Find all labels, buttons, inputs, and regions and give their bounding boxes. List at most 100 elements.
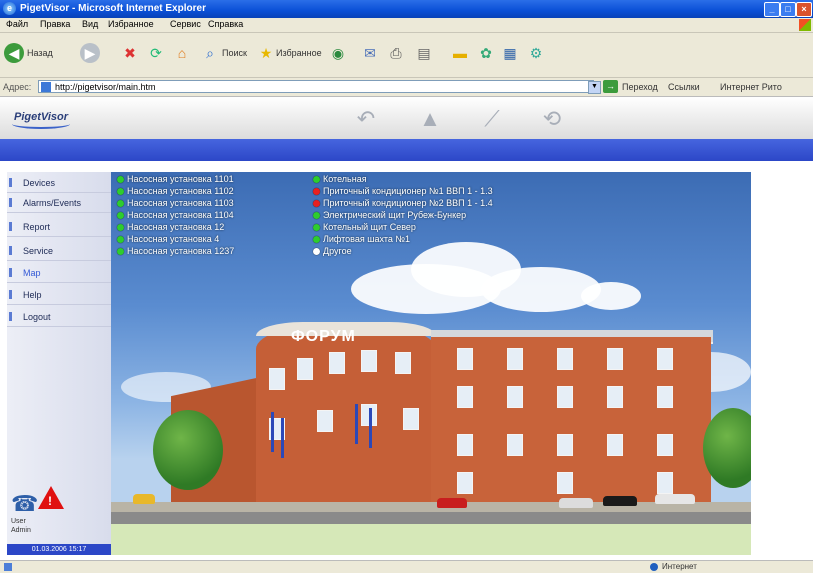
car (559, 498, 593, 508)
search-icon[interactable]: ⌕ (200, 43, 220, 63)
status-label: Котельный щит Север (323, 222, 416, 232)
chart-icon[interactable]: ⟋ (478, 105, 506, 133)
go-button[interactable]: Переход (622, 82, 658, 92)
page-icon (4, 563, 12, 571)
header-subbar (0, 161, 813, 172)
favorites-icon[interactable]: ★ (256, 43, 276, 63)
app-header: PigetVisor ↶ ▲ ⟋ ⟲ (0, 97, 813, 139)
menu-edit[interactable]: Правка (40, 19, 70, 29)
status-label: Насосная установка 1237 (127, 246, 235, 256)
address-dropdown-icon[interactable]: ▼ (588, 81, 601, 94)
tower-icon[interactable]: ▲ (416, 105, 444, 133)
sidebar-item-label: Service (23, 246, 54, 256)
menu-tools[interactable]: Сервис (170, 19, 201, 29)
mail-icon[interactable]: ✉ (360, 43, 380, 63)
window (657, 348, 673, 370)
menu-help[interactable]: Справка (208, 19, 243, 29)
refresh-icon[interactable]: ⟳ (146, 43, 166, 63)
menu-file[interactable]: Файл (6, 19, 28, 29)
internet-zone-label: Интернет (662, 562, 697, 571)
sidebar-item-map[interactable]: Map (7, 264, 111, 283)
status-label: Приточный кондиционер №2 ВВП 1 - 1.4 (323, 198, 493, 208)
bullet-icon (9, 222, 12, 231)
flag (369, 408, 372, 448)
window (403, 408, 419, 430)
sidebar-item-label: Alarms/Events (23, 198, 82, 208)
sidebar-item-label: Map (23, 268, 41, 278)
status-label: Насосная установка 4 (127, 234, 220, 244)
stop-icon[interactable]: ✖ (120, 43, 140, 63)
window (361, 350, 377, 372)
search-label[interactable]: Поиск (222, 48, 247, 58)
bullet-icon (9, 178, 12, 187)
status-ok-icon (117, 176, 124, 183)
sidebar-item-logout[interactable]: Logout (7, 308, 111, 327)
window (269, 368, 285, 390)
edit-icon[interactable]: ▤ (414, 43, 434, 63)
status-label: Насосная установка 1101 (127, 174, 234, 184)
user-label: User (11, 518, 26, 525)
window (607, 434, 623, 456)
internet-zone-icon (650, 563, 658, 571)
go-arrow-icon[interactable]: → (603, 80, 618, 93)
folder-icon[interactable]: ▬ (450, 43, 470, 63)
tools-icon[interactable]: ⚙ (526, 43, 546, 63)
forward-icon[interactable]: ▶ (80, 43, 100, 63)
address-input[interactable]: http://pigetvisor/main.htm (38, 80, 594, 93)
sidebar-item-service[interactable]: Service (7, 242, 111, 261)
home-icon[interactable]: ⌂ (172, 43, 192, 63)
status-ok-icon (117, 236, 124, 243)
favorites-label[interactable]: Избранное (276, 48, 322, 58)
research-icon[interactable]: ▦ (500, 43, 520, 63)
status-ok-icon (313, 236, 320, 243)
sidebar-item-report[interactable]: Report (7, 218, 111, 237)
back-icon[interactable]: ◀ (4, 43, 24, 63)
bullet-icon (9, 198, 12, 207)
window (557, 472, 573, 494)
bullet-icon (9, 246, 12, 255)
app-logo[interactable]: PigetVisor (12, 111, 70, 129)
window (507, 386, 523, 408)
undo-icon[interactable]: ↶ (352, 105, 380, 133)
sidebar-item-alarms-events[interactable]: Alarms/Events (7, 194, 111, 213)
minimize-button[interactable]: _ (764, 2, 780, 17)
maximize-button[interactable]: □ (780, 2, 796, 17)
sidebar-item-label: Report (23, 222, 51, 232)
back-label[interactable]: Назад (27, 48, 53, 58)
history-icon[interactable]: ⟲ (538, 105, 566, 133)
media-icon[interactable]: ◉ (328, 43, 348, 63)
sidebar-item-label: Devices (23, 178, 56, 188)
sidebar-item-help[interactable]: Help (7, 286, 111, 305)
window (657, 472, 673, 494)
status-label: Насосная установка 12 (127, 222, 225, 232)
car (437, 498, 467, 508)
flag (271, 412, 274, 452)
bullet-icon (9, 290, 12, 299)
car (655, 494, 695, 504)
window (457, 386, 473, 408)
status-label: Другое (323, 246, 352, 256)
building-label: ФОРУМ (291, 328, 356, 345)
address-bar: Адрес: http://pigetvisor/main.htm ▼ → Пе… (0, 78, 813, 97)
window (557, 386, 573, 408)
status-ok-icon (117, 224, 124, 231)
phone-icon[interactable]: ☎ (11, 493, 38, 515)
links-button[interactable]: Ссылки (668, 82, 700, 92)
window (557, 434, 573, 456)
messenger-icon[interactable]: ✿ (476, 43, 496, 63)
address-label: Адрес: (3, 82, 32, 92)
menu-view[interactable]: Вид (82, 19, 98, 29)
status-ok-icon (313, 212, 320, 219)
window (507, 348, 523, 370)
print-icon[interactable]: ⎙ (386, 43, 406, 63)
user-name: Admin (11, 527, 31, 534)
cloud (581, 282, 641, 310)
map-view: ФОРУМ Насосная установка 1101 Насосная у… (111, 172, 751, 555)
menu-favorites[interactable]: Избранное (108, 19, 154, 29)
sidebar-item-devices[interactable]: Devices (7, 174, 111, 193)
window (607, 348, 623, 370)
links-extra[interactable]: Интернет Рито (720, 82, 782, 92)
window-titlebar: e PigetVisor - Microsoft Internet Explor… (0, 0, 813, 18)
close-button[interactable]: × (796, 2, 812, 17)
window (457, 472, 473, 494)
